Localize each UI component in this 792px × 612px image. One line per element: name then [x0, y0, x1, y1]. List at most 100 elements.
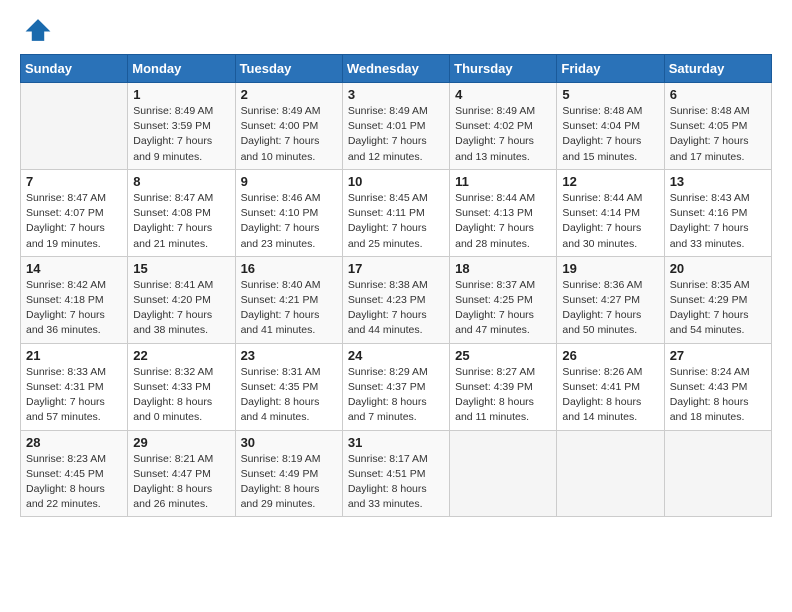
day-info: Sunrise: 8:37 AMSunset: 4:25 PMDaylight:…: [455, 278, 551, 339]
day-header-saturday: Saturday: [664, 55, 771, 83]
day-number: 31: [348, 435, 444, 450]
cal-cell: 21Sunrise: 8:33 AMSunset: 4:31 PMDayligh…: [21, 343, 128, 430]
cal-cell: [450, 430, 557, 517]
days-header-row: SundayMondayTuesdayWednesdayThursdayFrid…: [21, 55, 772, 83]
cal-cell: 30Sunrise: 8:19 AMSunset: 4:49 PMDayligh…: [235, 430, 342, 517]
day-number: 26: [562, 348, 658, 363]
day-number: 2: [241, 87, 337, 102]
cal-cell: 5Sunrise: 8:48 AMSunset: 4:04 PMDaylight…: [557, 83, 664, 170]
day-info: Sunrise: 8:49 AMSunset: 4:00 PMDaylight:…: [241, 104, 337, 165]
day-info: Sunrise: 8:27 AMSunset: 4:39 PMDaylight:…: [455, 365, 551, 426]
cal-cell: 1 Sunrise: 8:49 AMSunset: 3:59 PMDaylight…: [128, 83, 235, 170]
day-number: 16: [241, 261, 337, 276]
cal-cell: 3 Sunrise: 8:49 AMSunset: 4:01 PMDaylight…: [342, 83, 449, 170]
day-number: 29: [133, 435, 229, 450]
day-number: 15: [133, 261, 229, 276]
day-info: Sunrise: 8:29 AMSunset: 4:37 PMDaylight:…: [348, 365, 444, 426]
day-number: 27: [670, 348, 766, 363]
day-number: 4: [455, 87, 551, 102]
day-info: Sunrise: 8:26 AMSunset: 4:41 PMDaylight:…: [562, 365, 658, 426]
day-number: 11: [455, 174, 551, 189]
cal-cell: 7 Sunrise: 8:47 AMSunset: 4:07 PMDaylight…: [21, 169, 128, 256]
day-header-thursday: Thursday: [450, 55, 557, 83]
cal-cell: 27 Sunrise: 8:24 AMSunset: 4:43 PMDayligh…: [664, 343, 771, 430]
logo-icon: [24, 16, 52, 44]
cal-cell: 31 Sunrise: 8:17 AMSunset: 4:51 PMDayligh…: [342, 430, 449, 517]
week-row-2: 7 Sunrise: 8:47 AMSunset: 4:07 PMDaylight…: [21, 169, 772, 256]
day-number: 1: [133, 87, 229, 102]
cal-cell: 2 Sunrise: 8:49 AMSunset: 4:00 PMDaylight…: [235, 83, 342, 170]
header: [20, 16, 772, 44]
day-number: 23: [241, 348, 337, 363]
day-header-tuesday: Tuesday: [235, 55, 342, 83]
cal-cell: 14 Sunrise: 8:42 AMSunset: 4:18 PMDayligh…: [21, 256, 128, 343]
cal-cell: 25 Sunrise: 8:27 AMSunset: 4:39 PMDayligh…: [450, 343, 557, 430]
day-header-wednesday: Wednesday: [342, 55, 449, 83]
cal-cell: 15 Sunrise: 8:41 AMSunset: 4:20 PMDayligh…: [128, 256, 235, 343]
cal-cell: 13Sunrise: 8:43 AMSunset: 4:16 PMDayligh…: [664, 169, 771, 256]
cal-cell: [21, 83, 128, 170]
calendar-table: SundayMondayTuesdayWednesdayThursdayFrid…: [20, 54, 772, 517]
day-number: 8: [133, 174, 229, 189]
day-info: Sunrise: 8:19 AMSunset: 4:49 PMDaylight:…: [241, 452, 337, 513]
day-number: 12: [562, 174, 658, 189]
day-info: Sunrise: 8:32 AMSunset: 4:33 PMDaylight:…: [133, 365, 229, 426]
cal-cell: 6 Sunrise: 8:48 AMSunset: 4:05 PMDaylight…: [664, 83, 771, 170]
day-info: Sunrise: 8:17 AMSunset: 4:51 PMDaylight:…: [348, 452, 444, 513]
week-row-4: 21Sunrise: 8:33 AMSunset: 4:31 PMDayligh…: [21, 343, 772, 430]
day-info: Sunrise: 8:38 AMSunset: 4:23 PMDaylight:…: [348, 278, 444, 339]
day-info: Sunrise: 8:24 AMSunset: 4:43 PMDaylight:…: [670, 365, 766, 426]
day-info: Sunrise: 8:48 AMSunset: 4:05 PMDaylight:…: [670, 104, 766, 165]
day-info: Sunrise: 8:44 AMSunset: 4:13 PMDaylight:…: [455, 191, 551, 252]
day-number: 14: [26, 261, 122, 276]
day-info: Sunrise: 8:46 AMSunset: 4:10 PMDaylight:…: [241, 191, 337, 252]
day-number: 7: [26, 174, 122, 189]
day-info: Sunrise: 8:47 AMSunset: 4:08 PMDaylight:…: [133, 191, 229, 252]
day-info: Sunrise: 8:23 AMSunset: 4:45 PMDaylight:…: [26, 452, 122, 513]
day-info: Sunrise: 8:42 AMSunset: 4:18 PMDaylight:…: [26, 278, 122, 339]
cal-cell: 11 Sunrise: 8:44 AMSunset: 4:13 PMDayligh…: [450, 169, 557, 256]
cal-cell: 29 Sunrise: 8:21 AMSunset: 4:47 PMDayligh…: [128, 430, 235, 517]
cal-cell: 23 Sunrise: 8:31 AMSunset: 4:35 PMDayligh…: [235, 343, 342, 430]
day-info: Sunrise: 8:41 AMSunset: 4:20 PMDaylight:…: [133, 278, 229, 339]
day-number: 6: [670, 87, 766, 102]
day-info: Sunrise: 8:40 AMSunset: 4:21 PMDaylight:…: [241, 278, 337, 339]
cal-cell: 10Sunrise: 8:45 AMSunset: 4:11 PMDayligh…: [342, 169, 449, 256]
cal-cell: [664, 430, 771, 517]
day-info: Sunrise: 8:31 AMSunset: 4:35 PMDaylight:…: [241, 365, 337, 426]
day-info: Sunrise: 8:49 AMSunset: 3:59 PMDaylight:…: [133, 104, 229, 165]
day-info: Sunrise: 8:36 AMSunset: 4:27 PMDaylight:…: [562, 278, 658, 339]
week-row-5: 28 Sunrise: 8:23 AMSunset: 4:45 PMDayligh…: [21, 430, 772, 517]
day-number: 9: [241, 174, 337, 189]
day-number: 10: [348, 174, 444, 189]
day-header-friday: Friday: [557, 55, 664, 83]
day-info: Sunrise: 8:49 AMSunset: 4:01 PMDaylight:…: [348, 104, 444, 165]
cal-cell: 16 Sunrise: 8:40 AMSunset: 4:21 PMDayligh…: [235, 256, 342, 343]
day-number: 13: [670, 174, 766, 189]
cal-cell: 17Sunrise: 8:38 AMSunset: 4:23 PMDayligh…: [342, 256, 449, 343]
cal-cell: 20 Sunrise: 8:35 AMSunset: 4:29 PMDayligh…: [664, 256, 771, 343]
day-info: Sunrise: 8:35 AMSunset: 4:29 PMDaylight:…: [670, 278, 766, 339]
day-number: 28: [26, 435, 122, 450]
cal-cell: 22 Sunrise: 8:32 AMSunset: 4:33 PMDayligh…: [128, 343, 235, 430]
day-number: 19: [562, 261, 658, 276]
cal-cell: 26 Sunrise: 8:26 AMSunset: 4:41 PMDayligh…: [557, 343, 664, 430]
cal-cell: 12Sunrise: 8:44 AMSunset: 4:14 PMDayligh…: [557, 169, 664, 256]
cal-cell: [557, 430, 664, 517]
day-info: Sunrise: 8:21 AMSunset: 4:47 PMDaylight:…: [133, 452, 229, 513]
week-row-3: 14 Sunrise: 8:42 AMSunset: 4:18 PMDayligh…: [21, 256, 772, 343]
day-number: 25: [455, 348, 551, 363]
day-header-sunday: Sunday: [21, 55, 128, 83]
cal-cell: 28 Sunrise: 8:23 AMSunset: 4:45 PMDayligh…: [21, 430, 128, 517]
day-info: Sunrise: 8:47 AMSunset: 4:07 PMDaylight:…: [26, 191, 122, 252]
day-info: Sunrise: 8:48 AMSunset: 4:04 PMDaylight:…: [562, 104, 658, 165]
week-row-1: 1 Sunrise: 8:49 AMSunset: 3:59 PMDaylight…: [21, 83, 772, 170]
cal-cell: 4Sunrise: 8:49 AMSunset: 4:02 PMDaylight…: [450, 83, 557, 170]
day-number: 3: [348, 87, 444, 102]
day-info: Sunrise: 8:33 AMSunset: 4:31 PMDaylight:…: [26, 365, 122, 426]
cal-cell: 9 Sunrise: 8:46 AMSunset: 4:10 PMDaylight…: [235, 169, 342, 256]
cal-cell: 8 Sunrise: 8:47 AMSunset: 4:08 PMDaylight…: [128, 169, 235, 256]
cal-cell: 19 Sunrise: 8:36 AMSunset: 4:27 PMDayligh…: [557, 256, 664, 343]
day-number: 22: [133, 348, 229, 363]
day-number: 20: [670, 261, 766, 276]
